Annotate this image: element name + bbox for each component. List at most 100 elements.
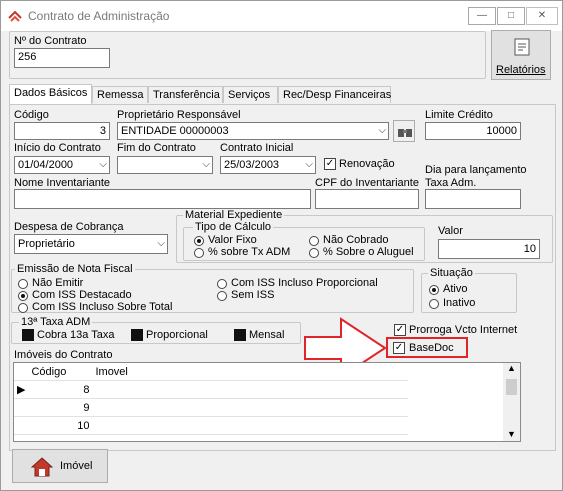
app-logo-icon xyxy=(8,10,22,22)
proprietario-value: ENTIDADE 00000003 xyxy=(121,125,229,137)
radio-sem-iss[interactable] xyxy=(217,291,227,301)
cobra-13a-label: Cobra 13a Taxa xyxy=(37,329,115,341)
taxa-adm-field[interactable] xyxy=(425,189,521,209)
fim-date-picker[interactable]: ⌵ xyxy=(117,156,213,174)
mensal-label: Mensal xyxy=(249,329,285,341)
cobra-13a-checkbox[interactable] xyxy=(22,329,34,341)
grid-header-row: Código Imovel xyxy=(14,363,409,381)
chevron-down-icon: ⌵ xyxy=(202,159,210,170)
radio-iss-incluso-proporcional[interactable] xyxy=(217,279,227,289)
limite-field[interactable]: 10000 xyxy=(425,122,521,140)
radio-valor-fixo[interactable] xyxy=(194,236,204,246)
iss-incluso-total-label: Com ISS Incluso Sobre Total xyxy=(32,301,173,313)
radio-nao-cobrado[interactable] xyxy=(309,236,319,246)
radio-inativo[interactable] xyxy=(429,299,439,309)
table-row[interactable]: 10 xyxy=(14,416,409,435)
radio-iss-incluso-total[interactable] xyxy=(18,303,28,313)
imoveis-title: Imóveis do Contrato xyxy=(14,349,113,361)
basedoc-highlight-box xyxy=(386,337,468,358)
reports-icon xyxy=(514,38,530,56)
ativo-label: Ativo xyxy=(443,283,468,295)
maximize-button[interactable]: □ xyxy=(497,7,525,25)
col-imovel-header: Imovel xyxy=(92,363,409,381)
nome-inventariante-field[interactable] xyxy=(14,189,311,209)
radio-ativo[interactable] xyxy=(429,285,439,295)
proprietario-select[interactable]: ENTIDADE 00000003 ⌵ xyxy=(117,122,389,140)
inicio-value: 01/04/2000 xyxy=(18,159,74,171)
limite-label: Limite Crédito xyxy=(425,109,493,121)
despesa-value: Proprietário xyxy=(18,238,75,250)
proprietario-label: Proprietário Responsável xyxy=(117,109,241,121)
nao-emitir-label: Não Emitir xyxy=(32,277,84,289)
prorroga-checkbox[interactable]: ✓ xyxy=(394,324,406,336)
valor-fixo-label: Valor Fixo xyxy=(208,234,257,246)
cpf-inventariante-field[interactable] xyxy=(315,189,419,209)
imovel-button[interactable]: Imóvel xyxy=(12,449,108,483)
despesa-select[interactable]: Proprietário ⌵ xyxy=(14,234,168,254)
inicial-value: 25/03/2003 xyxy=(224,159,280,171)
valor-label: Valor xyxy=(438,225,463,237)
tab-transferencia[interactable]: Transferência xyxy=(148,86,223,103)
close-button[interactable]: ✕ xyxy=(526,7,558,25)
reports-button-label: Relatórios xyxy=(496,64,546,76)
tab-servicos[interactable]: Serviços xyxy=(223,86,278,103)
minimize-button[interactable]: — xyxy=(468,7,496,25)
table-row[interactable]: 9 xyxy=(14,398,409,417)
inicial-date-picker[interactable]: 25/03/2003 ⌵ xyxy=(220,156,316,174)
radio-sobre-tx-adm[interactable] xyxy=(194,248,204,258)
inicial-label: Contrato Inicial xyxy=(220,142,294,154)
material-expediente-title: Material Expediente xyxy=(183,209,285,221)
mensal-checkbox[interactable] xyxy=(234,329,246,341)
close-icon: ✕ xyxy=(537,10,547,21)
checkmark-icon: ✓ xyxy=(325,158,335,169)
prorroga-label: Prorroga Vcto Internet xyxy=(409,324,518,336)
scrollbar-thumb[interactable] xyxy=(506,379,517,395)
nao-cobrado-label: Não Cobrado xyxy=(323,234,389,246)
contract-number-label: Nº do Contrato xyxy=(14,35,87,47)
tipo-calculo-title: Tipo de Cálculo xyxy=(193,221,274,233)
row-imovel xyxy=(92,380,409,399)
search-owner-button[interactable] xyxy=(393,120,415,142)
renovacao-checkbox[interactable]: ✓ xyxy=(324,158,336,170)
imoveis-grid: Código Imovel ▶ 8 9 10 ▲ ▼ xyxy=(13,362,521,442)
taxa13-title: 13ª Taxa ADM xyxy=(19,316,93,328)
dia-lancamento-label: Dia para lançamento xyxy=(425,164,527,176)
grid-scrollbar[interactable]: ▲ ▼ xyxy=(503,363,520,441)
table-row[interactable]: ▶ 8 xyxy=(14,380,409,399)
tab-dados-basicos[interactable]: Dados Básicos xyxy=(9,84,92,105)
inativo-label: Inativo xyxy=(443,297,476,309)
nota-fiscal-title: Emissão de Nota Fiscal xyxy=(15,263,135,275)
inicio-date-picker[interactable]: 01/04/2000 ⌵ xyxy=(14,156,110,174)
checkmark-icon: ✓ xyxy=(395,324,405,335)
situacao-title: Situação xyxy=(428,267,475,279)
minimize-icon: — xyxy=(477,10,487,21)
chevron-down-icon: ⌵ xyxy=(378,125,386,136)
maximize-icon: □ xyxy=(507,10,515,21)
inicio-label: Início do Contrato xyxy=(14,142,101,154)
codigo-field[interactable]: 3 xyxy=(14,122,110,140)
tab-rec-desp-financeiras[interactable]: Rec/Desp Financeiras xyxy=(278,86,391,103)
proporcional-checkbox[interactable] xyxy=(131,329,143,341)
col-codigo-header: Código xyxy=(28,363,93,381)
row-codigo: 8 xyxy=(28,380,93,399)
codigo-label: Código xyxy=(14,109,49,121)
contract-window: Contrato de Administração — □ ✕ Nº do Co… xyxy=(0,0,563,491)
sobre-tx-adm-label: % sobre Tx ADM xyxy=(208,246,291,258)
row-indicator-icon: ▶ xyxy=(14,380,29,399)
radio-iss-destacado[interactable] xyxy=(18,291,28,301)
radio-sobre-aluguel[interactable] xyxy=(309,248,319,258)
chevron-up-icon[interactable]: ▲ xyxy=(507,363,516,373)
contract-number-field[interactable]: 256 xyxy=(14,48,110,68)
sobre-aluguel-label: % Sobre o Aluguel xyxy=(323,246,414,258)
valor-field[interactable]: 10 xyxy=(438,239,540,259)
row-codigo: 10 xyxy=(28,416,93,435)
radio-nao-emitir[interactable] xyxy=(18,279,28,289)
imovel-button-label: Imóvel xyxy=(60,460,93,472)
tab-remessa[interactable]: Remessa xyxy=(92,86,148,103)
reports-button[interactable]: Relatórios xyxy=(491,30,551,80)
sem-iss-label: Sem ISS xyxy=(231,289,275,301)
iss-destacado-label: Com ISS Destacado xyxy=(32,289,132,301)
chevron-down-icon[interactable]: ▼ xyxy=(507,429,516,439)
iss-incluso-proporcional-label: Com ISS Incluso Proporcional xyxy=(231,277,378,289)
window-title: Contrato de Administração xyxy=(28,9,170,23)
